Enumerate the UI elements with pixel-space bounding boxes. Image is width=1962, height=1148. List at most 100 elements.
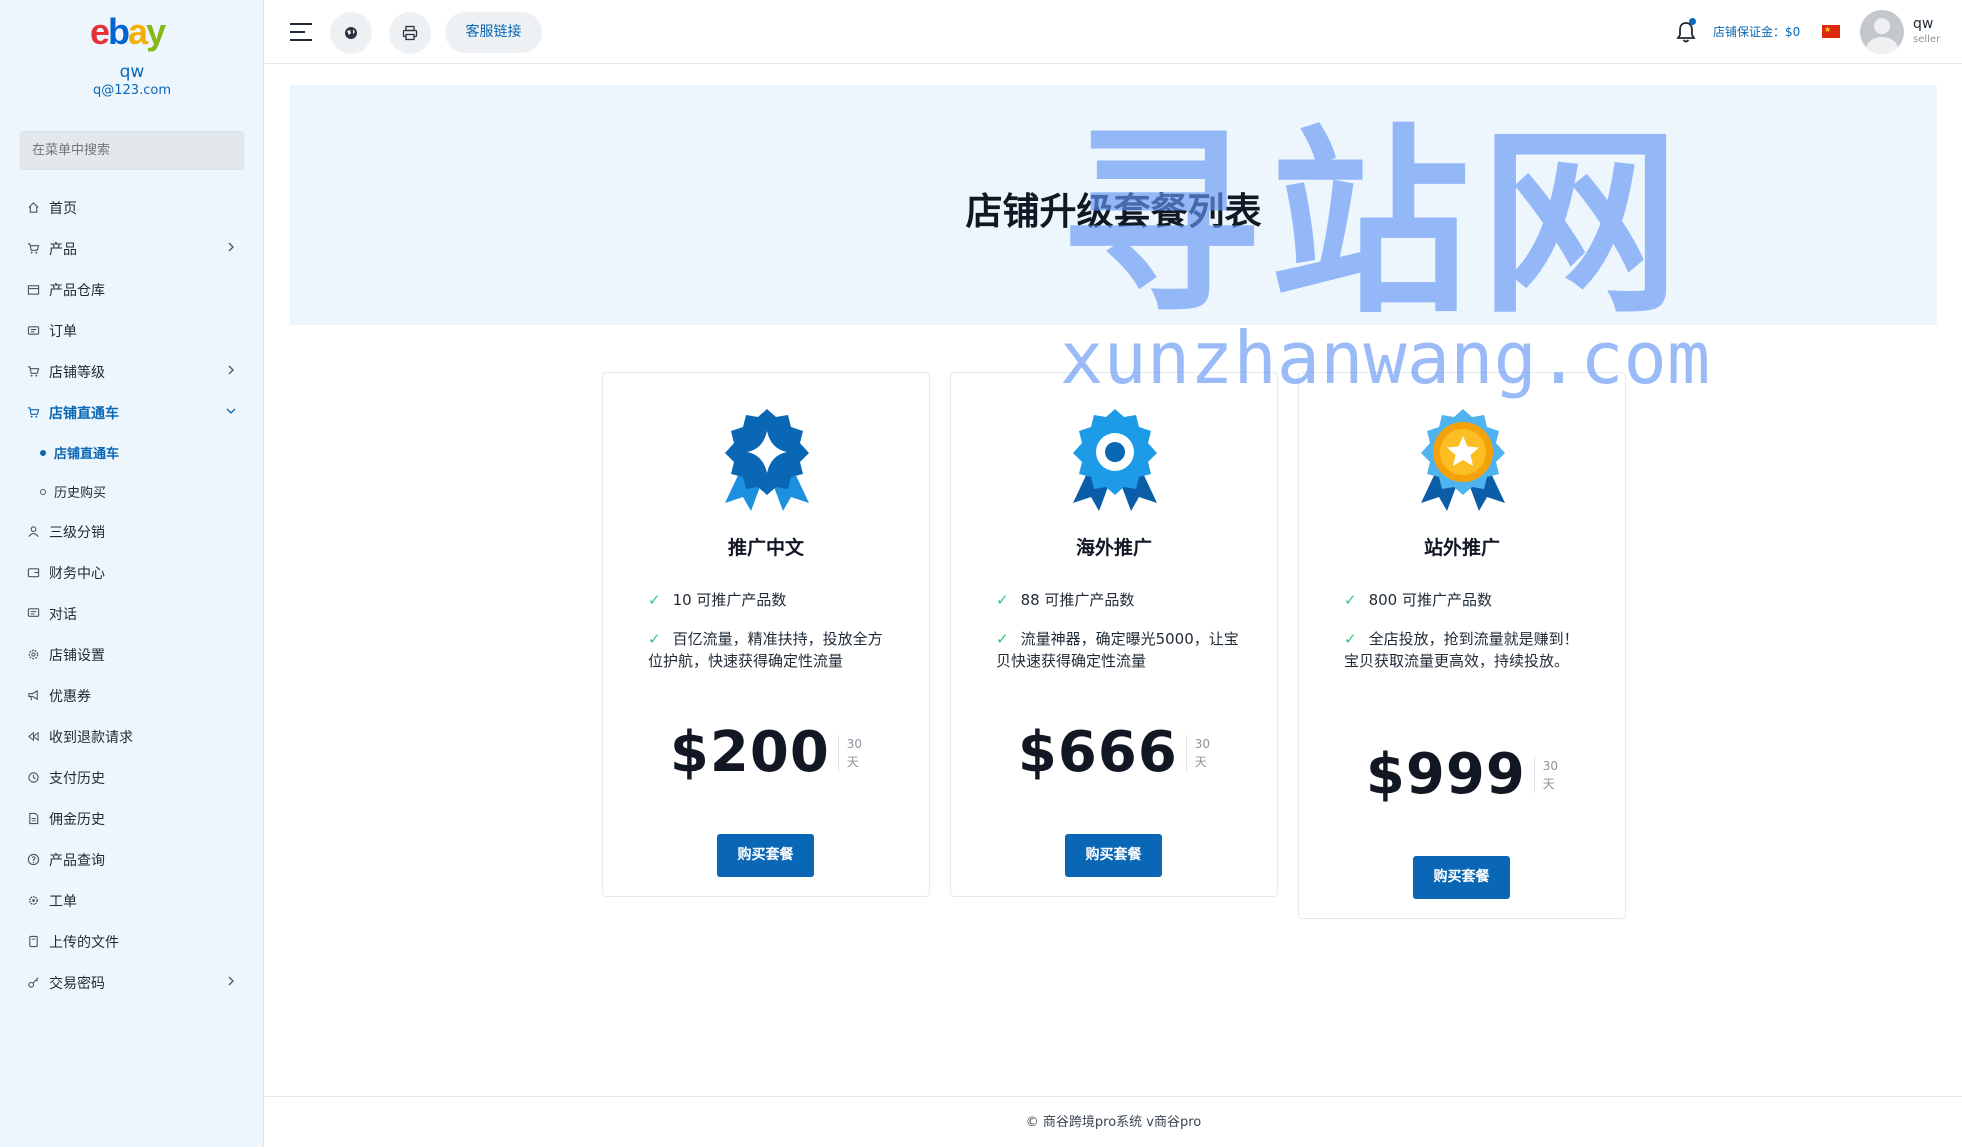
sidebar-item-label: 财务中心 — [49, 565, 105, 582]
menu-search-input[interactable] — [20, 131, 244, 170]
topbar: 客服链接 店铺保证金：$0 ★ qw seller — [265, 0, 1962, 64]
sidebar-item[interactable]: 对话 — [0, 593, 264, 634]
sidebar-subitem[interactable]: 历史购买 — [0, 472, 264, 511]
sidebar-item[interactable]: 首页 — [0, 187, 264, 228]
plan-name: 站外推广 — [1423, 537, 1500, 559]
language-button[interactable] — [330, 12, 372, 54]
sidebar-subitem[interactable]: 店铺直通车 — [0, 433, 264, 472]
sidebar-item-label: 产品 — [49, 241, 77, 258]
chevron-right-icon[interactable] — [226, 242, 236, 252]
sidebar-item-label: 店铺设置 — [49, 647, 105, 664]
sidebar-item[interactable]: 订单 — [0, 310, 264, 351]
sidebar-item-label: 上传的文件 — [49, 934, 119, 951]
sidebar-user-email: q@123.com — [93, 83, 171, 98]
sidebar-item-label: 三级分销 — [49, 524, 105, 541]
wallet-icon — [26, 566, 40, 580]
avatar[interactable] — [1860, 10, 1904, 54]
home-icon — [26, 201, 40, 215]
cart-icon — [26, 365, 40, 379]
cart-icon — [26, 406, 40, 420]
chevron-down-icon[interactable] — [226, 406, 236, 416]
globe-icon — [345, 27, 357, 39]
menu-toggle-icon[interactable] — [289, 20, 315, 44]
sidebar-item[interactable]: 店铺设置 — [0, 634, 264, 675]
plan-feature: ✓ 88 可推广产品数 — [996, 591, 1135, 609]
ebay-logo[interactable]: ebay — [90, 12, 166, 52]
sidebar-item[interactable]: 三级分销 — [0, 511, 264, 552]
warehouse-icon — [26, 283, 40, 297]
sidebar: ebay qw q@123.com 首页产品产品仓库订单店铺等级店铺直通车店铺直… — [0, 0, 264, 1147]
question-icon — [26, 853, 40, 867]
plan-feature: ✓ 流量神器，确定曝光5000，让宝贝快速获得确定性流量 — [996, 630, 1239, 670]
plan-feature: ✓ 百亿流量，精准扶持，投放全方位护航，快速获得确定性流量 — [648, 630, 883, 670]
plan-card: 站外推广 ✓ 800 可推广产品数 ✓ 全店投放，抢到流量就是赚到！宝贝获取流量更高… — [1298, 372, 1626, 919]
plan-card: 海外推广 ✓ 88 可推广产品数 ✓ 流量神器，确定曝光5000，让宝贝快速获得确定… — [950, 372, 1278, 897]
sidebar-item-label: 店铺直通车 — [54, 447, 120, 462]
ticket-icon — [26, 324, 40, 338]
plan-feature: ✓ 800 可推广产品数 — [1344, 591, 1492, 609]
sidebar-item[interactable]: 产品仓库 — [0, 269, 264, 310]
sidebar-item-label: 佣金历史 — [49, 811, 105, 828]
cart-icon — [26, 242, 40, 256]
sidebar-item-label: 对话 — [49, 606, 77, 623]
sidebar-item[interactable]: 工单 — [0, 880, 264, 921]
print-button[interactable] — [389, 12, 431, 54]
blue-diamond-badge-icon — [725, 409, 809, 511]
check-icon: ✓ — [648, 630, 661, 648]
sidebar-item-label: 店铺直通车 — [49, 405, 119, 422]
sidebar-item[interactable]: 上传的文件 — [0, 921, 264, 962]
sidebar-item-label: 收到退款请求 — [49, 729, 133, 746]
sidebar-item-label: 产品查询 — [49, 852, 105, 869]
chevron-right-icon[interactable] — [226, 976, 236, 986]
plan-name: 海外推广 — [1075, 537, 1152, 559]
check-icon: ✓ — [1344, 591, 1357, 609]
sidebar-item-label: 产品仓库 — [49, 282, 105, 299]
sidebar-item[interactable]: 优惠券 — [0, 675, 264, 716]
chevron-right-icon[interactable] — [226, 365, 236, 375]
sidebar-item-label: 交易密码 — [49, 975, 105, 992]
sidebar-item-label: 首页 — [49, 200, 77, 217]
key-icon — [26, 976, 40, 990]
sidebar-item[interactable]: 产品 — [0, 228, 264, 269]
footer: © 商谷跨境pro系统 v商谷pro — [265, 1096, 1962, 1147]
buy-plan-button[interactable]: 购买套餐 — [1413, 856, 1510, 899]
plan-price: $200 30 天 — [669, 720, 863, 785]
notification-dot — [1689, 18, 1696, 25]
buy-plan-button[interactable]: 购买套餐 — [1065, 834, 1162, 877]
store-deposit-link[interactable]: 店铺保证金：$0 — [1713, 23, 1800, 40]
sidebar-item[interactable]: 交易密码 — [0, 962, 264, 1003]
sidebar-item-label: 优惠券 — [49, 688, 91, 705]
plan-name: 推广中文 — [727, 537, 804, 559]
service-link-button[interactable]: 客服链接 — [445, 12, 542, 53]
plan-feature: ✓ 全店投放，抢到流量就是赚到！宝贝获取流量更高效，持续投放。 — [1344, 630, 1579, 670]
printer-icon — [402, 25, 418, 41]
sidebar-item[interactable]: 店铺等级 — [0, 351, 264, 392]
gold-star-badge-icon — [1421, 409, 1505, 511]
sidebar-item[interactable]: 支付历史 — [0, 757, 264, 798]
plan-feature: ✓ 10 可推广产品数 — [648, 591, 787, 609]
watermark-text: 寻站网 — [1060, 108, 1691, 341]
topbar-user-name[interactable]: qw — [1913, 16, 1933, 32]
check-icon: ✓ — [996, 630, 1009, 648]
sidebar-item-label: 支付历史 — [49, 770, 105, 787]
plan-card: 推广中文 ✓ 10 可推广产品数 ✓ 百亿流量，精准扶持，投放全方位护航，快速获得确… — [602, 372, 930, 897]
sidebar-item[interactable]: 财务中心 — [0, 552, 264, 593]
sidebar-user-name: qw — [119, 62, 145, 82]
megaphone-icon — [26, 689, 40, 703]
china-flag-icon[interactable]: ★ — [1822, 25, 1840, 38]
gear-icon — [26, 648, 40, 662]
sidebar-item[interactable]: 产品查询 — [0, 839, 264, 880]
chat-icon — [26, 607, 40, 621]
sidebar-item[interactable]: 店铺直通车 — [0, 392, 264, 433]
watermark-url: xunzhanwang.com — [1060, 316, 1711, 400]
sidebar-item-label: 订单 — [49, 323, 77, 340]
blue-ring-badge-icon — [1073, 409, 1157, 511]
user-icon — [26, 525, 40, 539]
sidebar-item-label: 工单 — [49, 893, 77, 910]
check-icon: ✓ — [1344, 630, 1357, 648]
buy-plan-button[interactable]: 购买套餐 — [717, 834, 814, 877]
plan-price: $999 30 天 — [1365, 742, 1559, 807]
rewind-icon — [26, 730, 40, 744]
sidebar-item[interactable]: 佣金历史 — [0, 798, 264, 839]
sidebar-item[interactable]: 收到退款请求 — [0, 716, 264, 757]
